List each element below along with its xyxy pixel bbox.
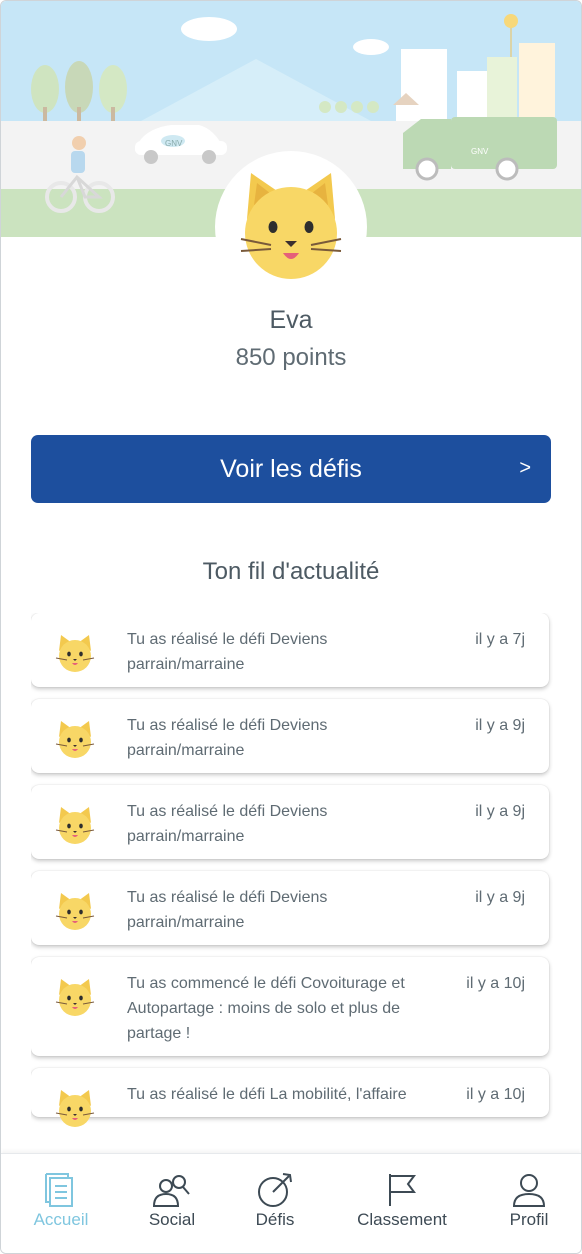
bottom-tab-bar: Accueil Social Défis Classement Profil — [1, 1153, 581, 1253]
cat-avatar-icon — [55, 719, 95, 764]
feed-item-time: il y a 9j — [475, 803, 525, 820]
feed-item-text: Tu as réalisé le défi Deviens parrain/ma… — [127, 717, 328, 759]
cat-avatar-icon — [55, 633, 95, 678]
cat-avatar-icon — [55, 891, 95, 936]
target-arrow-icon — [258, 1173, 292, 1207]
feed-item-time: il y a 9j — [475, 717, 525, 734]
feed-item-time: il y a 7j — [475, 631, 525, 648]
chevron-right-icon: > — [519, 457, 531, 479]
avatar[interactable] — [215, 151, 367, 303]
tab-defis-label: Défis — [255, 1210, 295, 1229]
tab-social-label: Social — [148, 1210, 196, 1229]
cat-avatar-icon — [55, 977, 95, 1022]
car-badge: GNV — [165, 139, 183, 148]
cat-avatar-icon — [55, 805, 95, 850]
user-name: Eva — [269, 306, 313, 334]
tab-social[interactable]: Social — [122, 1154, 222, 1253]
tab-classement[interactable]: Classement — [351, 1154, 453, 1253]
feed-item[interactable]: Tu as réalisé le défi Deviens parrain/ma… — [31, 613, 549, 687]
feed-item-time: il y a 9j — [475, 889, 525, 906]
cat-face-icon — [240, 173, 342, 279]
news-feed-list[interactable]: Tu as réalisé le défi Deviens parrain/ma… — [31, 613, 553, 1153]
people-search-icon — [152, 1175, 190, 1207]
truck-badge: GNV — [471, 147, 489, 156]
feed-item[interactable]: Tu as réalisé le défi La mobilité, l'aff… — [31, 1068, 549, 1127]
tab-profil[interactable]: Profil — [479, 1154, 579, 1253]
feed-item[interactable]: Tu as réalisé le défi Deviens parrain/ma… — [31, 699, 549, 773]
see-challenges-button[interactable]: Voir les défis > — [31, 435, 551, 503]
feed-item[interactable]: Tu as réalisé le défi Deviens parrain/ma… — [31, 871, 549, 945]
tab-accueil-label: Accueil — [33, 1210, 89, 1229]
feed-title: Ton fil d'actualité — [202, 558, 380, 585]
feed-item[interactable]: Tu as réalisé le défi Deviens parrain/ma… — [31, 785, 549, 859]
see-challenges-label: Voir les défis — [220, 455, 362, 483]
app-screen: GNV GNV Eva 850 points Voir les défis > … — [0, 0, 582, 1254]
feed-item-text: Tu as réalisé le défi Deviens parrain/ma… — [127, 803, 328, 845]
feed-item[interactable]: Tu as commencé le défi Covoiturage et Au… — [31, 957, 549, 1056]
tab-profil-label: Profil — [509, 1210, 549, 1229]
tab-accueil[interactable]: Accueil — [11, 1154, 111, 1253]
feed-item-text: Tu as réalisé le défi Deviens parrain/ma… — [127, 631, 328, 673]
user-points: 850 points — [235, 344, 347, 371]
flag-icon — [389, 1174, 416, 1206]
feed-item-text: Tu as réalisé le défi Deviens parrain/ma… — [127, 889, 328, 931]
feed-item-time: il y a 10j — [466, 975, 525, 992]
person-icon — [512, 1174, 546, 1207]
tab-classement-label: Classement — [357, 1210, 447, 1229]
feed-item-time: il y a 10j — [466, 1086, 525, 1103]
tab-defis[interactable]: Défis — [225, 1154, 325, 1253]
document-icon — [45, 1173, 73, 1207]
cat-avatar-icon — [55, 1088, 95, 1133]
